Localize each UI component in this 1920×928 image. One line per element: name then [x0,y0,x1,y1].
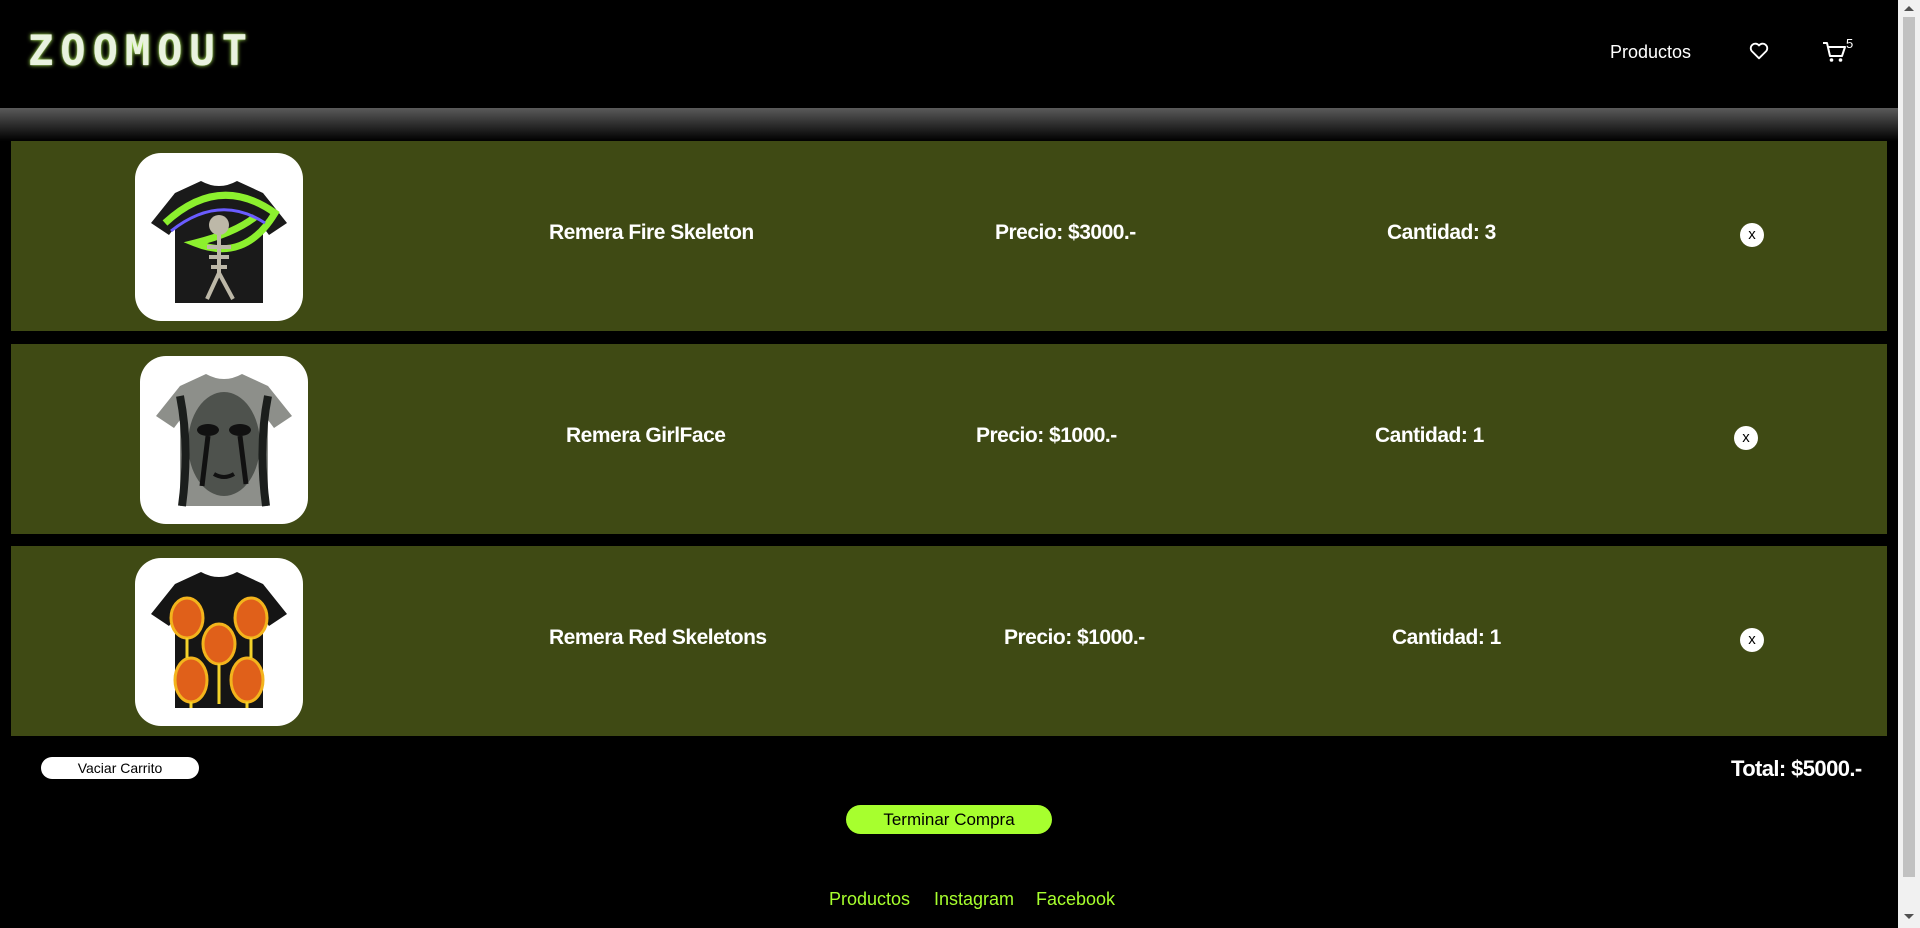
cart-item-row: Remera Red Skeletons Precio: $1000.- Can… [11,546,1887,736]
main-nav: Productos 5 [0,36,1898,66]
product-price: Precio: $3000.- [995,221,1136,244]
remove-item-button[interactable]: x [1740,223,1764,247]
product-quantity: Cantidad: 3 [1387,221,1496,244]
nav-link-productos[interactable]: Productos [1610,42,1691,63]
product-image-fire-skeleton [135,153,303,321]
product-price: Precio: $1000.- [976,424,1117,447]
product-image-red-skeletons [135,558,303,726]
page-scrollbar[interactable] [1898,0,1920,928]
cart-count-badge: 5 [1846,36,1854,51]
product-price: Precio: $1000.- [1004,626,1145,649]
header-shadow [0,108,1898,141]
site-footer: Productos Instagram Facebook [0,889,1898,913]
footer-link-instagram[interactable]: Instagram [934,889,1014,910]
cart-total: Total: $5000.- [1731,756,1862,781]
clear-cart-button[interactable]: Vaciar Carrito [41,757,199,779]
product-quantity: Cantidad: 1 [1392,626,1501,649]
checkout-button[interactable]: Terminar Compra [846,805,1052,834]
product-name: Remera Red Skeletons [549,626,767,649]
product-name: Remera GirlFace [566,424,726,447]
cart-item-row: Remera Fire Skeleton Precio: $3000.- Can… [11,141,1887,331]
product-name: Remera Fire Skeleton [549,221,754,244]
product-image-girlface [140,356,308,524]
cart-item-row: Remera GirlFace Precio: $1000.- Cantidad… [11,344,1887,534]
remove-item-button[interactable]: x [1740,628,1764,652]
scrollbar-thumb[interactable] [1903,17,1915,877]
footer-link-facebook[interactable]: Facebook [1036,889,1115,910]
remove-item-button[interactable]: x [1734,426,1758,450]
footer-link-productos[interactable]: Productos [829,889,910,910]
scroll-up-arrow-icon[interactable] [1904,6,1914,11]
scroll-down-arrow-icon[interactable] [1904,914,1914,919]
heart-icon[interactable] [1748,40,1770,62]
site-header: ZOOMOUT Productos 5 [0,0,1898,108]
cart-icon[interactable] [1822,40,1848,64]
product-quantity: Cantidad: 1 [1375,424,1484,447]
